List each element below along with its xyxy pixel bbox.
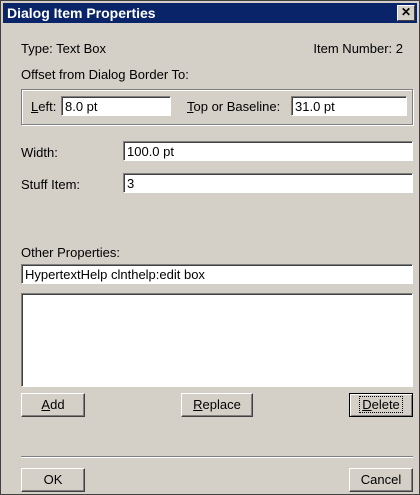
title-bar[interactable]: Dialog Item Properties ✕ [3, 3, 417, 23]
top-or-baseline-label: Top or Baseline: [187, 99, 281, 114]
stuff-item-field[interactable] [123, 173, 413, 193]
left-label: Left: [31, 99, 57, 114]
top-offset-field[interactable] [291, 96, 407, 116]
add-button[interactable]: Add [21, 393, 85, 417]
dialog-window: Dialog Item Properties ✕ Type: Text Box … [0, 0, 420, 495]
width-label: Width: [21, 145, 58, 160]
offset-heading: Offset from Dialog Border To: [21, 67, 189, 82]
dialog-title: Dialog Item Properties [7, 5, 156, 21]
item-number-label: Item Number: 2 [313, 41, 403, 56]
separator [21, 456, 413, 458]
ok-button[interactable]: OK [21, 468, 85, 492]
delete-button[interactable]: Delete [349, 393, 413, 417]
stuff-item-label: Stuff Item: [21, 177, 81, 192]
replace-button[interactable]: Replace [181, 393, 253, 417]
close-icon[interactable]: ✕ [397, 5, 415, 21]
width-field[interactable] [123, 141, 413, 161]
cancel-button[interactable]: Cancel [349, 468, 413, 492]
other-properties-label: Other Properties: [21, 245, 120, 260]
other-properties-field[interactable] [21, 264, 413, 284]
left-offset-field[interactable] [61, 96, 171, 116]
properties-list[interactable] [21, 293, 413, 387]
type-label: Type: Text Box [21, 41, 107, 56]
